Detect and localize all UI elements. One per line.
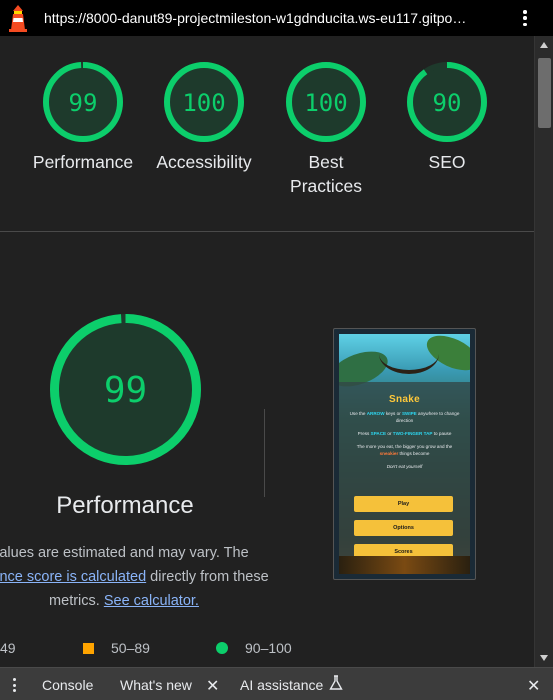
gauge-accessibility-ring: 100 [164, 62, 244, 142]
performance-big-score: 99 [104, 370, 147, 411]
vertical-scrollbar[interactable] [534, 36, 553, 667]
scroll-down-arrow-icon[interactable] [540, 655, 548, 661]
performance-description: alues are estimated and may vary. The ma… [0, 541, 294, 613]
legend-average-range: 50–89 [111, 640, 150, 656]
gauge-best-practices-score: 100 [304, 89, 347, 117]
gauge-performance-ring: 99 [43, 62, 123, 142]
report-content: 99 Performance 100 Accessibility 100 Bes… [0, 36, 534, 667]
kebab-menu-icon[interactable] [515, 8, 535, 28]
text-part: keys or [384, 411, 402, 416]
text-part: or [386, 431, 393, 436]
score-calculated-link[interactable]: mance score is calculated [0, 569, 146, 585]
gauge-seo-label: SEO [428, 152, 466, 172]
instruction-text: Don't eat yourself [386, 464, 423, 469]
text-part: Press [357, 431, 371, 436]
legend-fail-range: 49 [0, 640, 16, 656]
label-line: Best [308, 152, 344, 172]
game-title: Snake [389, 394, 420, 405]
tab-console[interactable]: Console [42, 677, 93, 693]
text-part: The more you eat, the bigger you grow an… [356, 444, 453, 449]
vertical-dots-icon[interactable] [13, 678, 17, 692]
text-part: things become [398, 451, 430, 456]
vertical-separator [264, 409, 265, 497]
gauge-accessibility[interactable]: 100 Accessibility [144, 60, 264, 174]
scrollbar-thumb[interactable] [538, 58, 551, 128]
game-screenshot: Snake Use the ARROW keys or SWIPE anywhe… [339, 334, 470, 574]
performance-title: Performance [56, 492, 194, 519]
performance-big-gauge: 99 [48, 312, 203, 472]
game-play-button: Play [354, 496, 453, 512]
scroll-up-arrow-icon[interactable] [540, 42, 548, 48]
text-part: SWIPE [401, 411, 417, 416]
tab-ai-assistance[interactable]: AI assistance [240, 677, 323, 693]
gauge-seo-ring: 90 [407, 62, 487, 142]
text-part: SPACE [370, 431, 387, 436]
instruction-text: Press SPACE or TWO-FINGER TAP to pause [347, 430, 462, 437]
desc-text: metrics. [49, 593, 104, 609]
game-menu-panel: Snake Use the ARROW keys or SWIPE anywhe… [339, 382, 470, 560]
lighthouse-icon [0, 0, 36, 36]
score-legend: 49 50–89 90–100 [0, 636, 534, 660]
desc-text: alues are estimated and may vary. The [0, 545, 249, 561]
gauge-performance-score: 99 [69, 89, 98, 117]
close-drawer-icon[interactable]: ✕ [527, 676, 540, 696]
ground-decoration [339, 556, 470, 574]
pass-circle-icon [216, 642, 228, 654]
close-whats-new-icon[interactable]: ✕ [206, 676, 219, 696]
tab-whats-new[interactable]: What's new [120, 677, 192, 693]
text-part: to pause [432, 431, 452, 436]
section-divider [0, 231, 534, 232]
gauge-seo-score: 90 [433, 89, 462, 117]
desc-text: directly from these [146, 569, 269, 585]
gauge-best-practices-label: Best Practices [266, 150, 386, 198]
legend-pass-range: 90–100 [245, 640, 292, 656]
page-url[interactable]: https://8000-danut89-projectmileston-w1g… [44, 10, 504, 26]
average-square-icon [83, 643, 94, 654]
gauge-best-practices[interactable]: 100 Best Practices [266, 60, 386, 198]
browser-top-bar: https://8000-danut89-projectmileston-w1g… [0, 0, 553, 36]
summary-gauges: 99 Performance 100 Accessibility 100 Bes… [0, 36, 534, 232]
gauge-seo[interactable]: 90 SEO [387, 60, 507, 174]
game-options-button: Options [354, 520, 453, 536]
gauge-best-practices-ring: 100 [286, 62, 366, 142]
see-calculator-link[interactable]: See calculator. [104, 593, 199, 609]
gauge-performance-label: Performance [32, 152, 134, 172]
instruction-text: Use the ARROW keys or SWIPE anywhere to … [347, 410, 462, 424]
final-screenshot-thumbnail[interactable]: Snake Use the ARROW keys or SWIPE anywhe… [333, 328, 476, 580]
text-part: Use the [349, 411, 367, 416]
gauge-performance[interactable]: 99 Performance [23, 60, 143, 174]
gauge-accessibility-score: 100 [182, 89, 225, 117]
flask-icon [329, 675, 343, 696]
branch-decoration [379, 334, 439, 374]
instruction-text: The more you eat, the bigger you grow an… [347, 443, 462, 457]
text-part: sneakier [379, 451, 399, 456]
gauge-accessibility-label: Accessibility [156, 152, 252, 172]
devtools-drawer: Console What's new ✕ AI assistance ✕ [0, 667, 553, 700]
label-line: Practices [290, 176, 362, 196]
text-part: TWO-FINGER TAP [392, 431, 433, 436]
text-part: ARROW [366, 411, 385, 416]
